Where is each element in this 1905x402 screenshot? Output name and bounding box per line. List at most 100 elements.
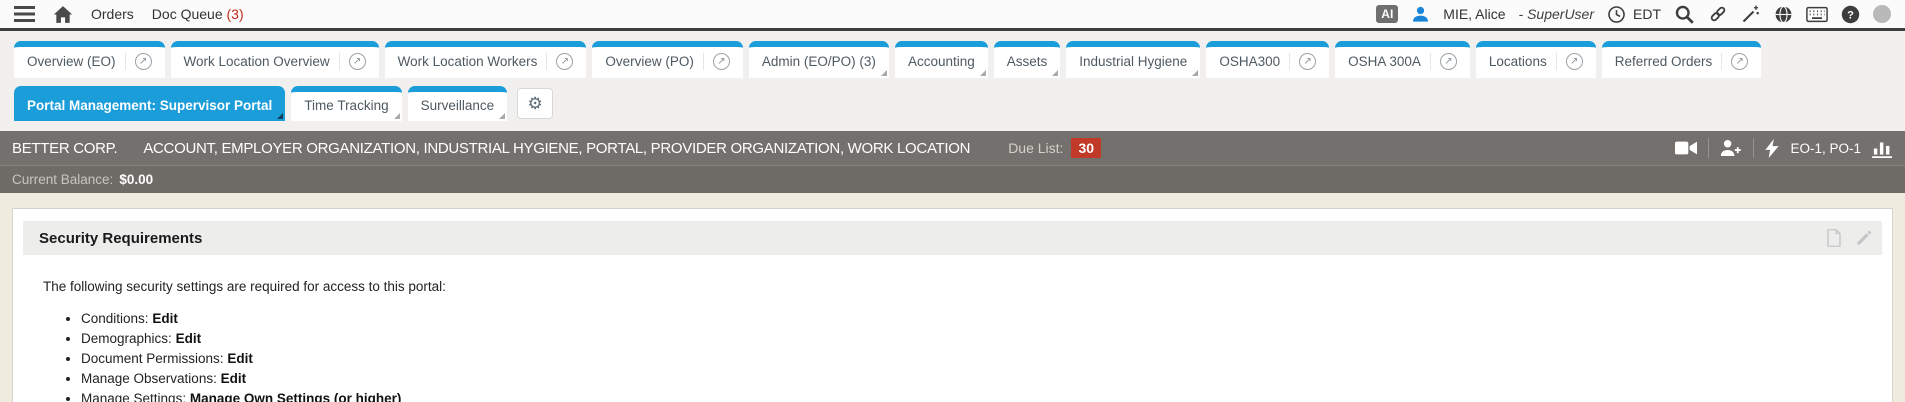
tab[interactable]: Work Location Workers ↗: [385, 41, 587, 78]
tab-label: Locations: [1489, 54, 1547, 69]
fold-corner-icon: [394, 113, 400, 119]
tab-label: Overview (PO): [605, 54, 694, 69]
open-in-new-icon[interactable]: ↗: [546, 53, 573, 70]
tab-label: Assets: [1007, 54, 1048, 69]
requirement-item: Manage Observations: Edit: [81, 371, 1874, 387]
fold-corner-icon: [277, 113, 283, 119]
intro-text: The following security settings are requ…: [43, 279, 1874, 294]
requirement-level: Edit: [152, 311, 178, 326]
tab-label: Time Tracking: [304, 98, 388, 113]
security-requirements-card: Security Requirements The following secu…: [12, 208, 1893, 402]
doc-queue-count: (3): [227, 6, 244, 22]
tab[interactable]: Accounting: [895, 41, 988, 78]
svg-text:?: ?: [1847, 9, 1854, 21]
open-in-new-icon[interactable]: ↗: [125, 53, 152, 70]
tab-label: Surveillance: [421, 98, 495, 113]
requirement-name: Demographics:: [81, 331, 172, 346]
fold-corner-icon: [1192, 70, 1198, 76]
tab-label: Work Location Overview: [184, 54, 330, 69]
open-in-new-icon[interactable]: ↗: [1721, 53, 1748, 70]
balance-bar: Current Balance: $0.00: [0, 165, 1905, 193]
requirement-name: Manage Settings:: [81, 391, 186, 402]
tab-label: Portal Management: Supervisor Portal: [27, 98, 272, 113]
tab-label: OSHA 300A: [1348, 54, 1421, 69]
tab[interactable]: Locations ↗: [1476, 41, 1596, 78]
tab-label: Work Location Workers: [398, 54, 538, 69]
tab-label: Admin (EO/PO) (3): [762, 54, 876, 69]
edit-pencil-icon[interactable]: [1856, 230, 1872, 246]
bar-chart-icon[interactable]: [1872, 139, 1893, 158]
magic-wand-icon[interactable]: [1741, 4, 1761, 24]
link-icon[interactable]: [1708, 4, 1728, 24]
tab-label: Accounting: [908, 54, 975, 69]
hamburger-menu-icon[interactable]: [14, 6, 35, 22]
requirement-name: Manage Observations:: [81, 371, 217, 386]
tab[interactable]: Portal Management: Supervisor Portal: [14, 86, 285, 121]
help-icon[interactable]: ?: [1841, 5, 1860, 24]
scope-list: ACCOUNT, EMPLOYER ORGANIZATION, INDUSTRI…: [143, 140, 970, 157]
nav-orders[interactable]: Orders: [91, 6, 134, 22]
clock-icon: [1607, 5, 1626, 24]
tab-settings-button[interactable]: ⚙: [517, 88, 553, 119]
user-role: - SuperUser: [1519, 6, 1594, 22]
open-in-new-icon[interactable]: ↗: [1289, 53, 1316, 70]
card-body: The following security settings are requ…: [23, 255, 1882, 402]
due-list-badge[interactable]: 30: [1071, 138, 1101, 158]
tab[interactable]: Overview (PO) ↗: [592, 41, 743, 78]
video-camera-icon[interactable]: [1675, 140, 1697, 156]
open-in-new-icon[interactable]: ↗: [339, 53, 366, 70]
requirement-level: Edit: [176, 331, 202, 346]
requirement-level: Edit: [227, 351, 253, 366]
company-name: BETTER CORP.: [12, 140, 117, 157]
user-name[interactable]: MIE, Alice: [1443, 6, 1505, 22]
divider: [1753, 138, 1754, 158]
tab-row-secondary: Portal Management: Supervisor Portal Tim…: [14, 86, 1905, 121]
open-in-new-icon[interactable]: ↗: [1556, 53, 1583, 70]
requirement-level: Edit: [221, 371, 247, 386]
search-icon[interactable]: [1674, 4, 1695, 25]
tab[interactable]: Overview (EO) ↗: [14, 41, 165, 78]
tab[interactable]: Admin (EO/PO) (3): [749, 41, 889, 78]
requirement-name: Conditions:: [81, 311, 149, 326]
tab[interactable]: Referred Orders ↗: [1602, 41, 1762, 78]
balance-value: $0.00: [119, 172, 153, 187]
tab[interactable]: OSHA 300A ↗: [1335, 41, 1470, 78]
tab-group: Portal Management: Supervisor Portal Tim…: [14, 86, 507, 121]
user-icon: [1411, 5, 1430, 24]
fold-corner-icon: [499, 113, 505, 119]
tab[interactable]: Assets: [994, 41, 1061, 78]
tab-label: Industrial Hygiene: [1079, 54, 1187, 69]
document-icon[interactable]: [1826, 229, 1842, 247]
open-in-new-icon[interactable]: ↗: [703, 53, 730, 70]
fold-corner-icon: [980, 70, 986, 76]
timezone-label: EDT: [1633, 6, 1661, 22]
home-icon[interactable]: [53, 5, 73, 24]
requirement-item: Conditions: Edit: [81, 311, 1874, 327]
add-person-icon[interactable]: [1720, 139, 1742, 157]
tab-label: OSHA300: [1219, 54, 1280, 69]
tab-row-primary: Overview (EO) ↗ Work Location Overview ↗…: [14, 41, 1905, 78]
requirement-level: Manage Own Settings (or higher): [190, 391, 402, 402]
tab[interactable]: OSHA300 ↗: [1206, 41, 1329, 78]
fold-corner-icon: [881, 70, 887, 76]
card-title: Security Requirements: [39, 230, 202, 247]
tab[interactable]: Time Tracking: [291, 86, 401, 121]
due-list-label: Due List:: [1008, 140, 1063, 156]
ai-badge[interactable]: AI: [1376, 5, 1398, 23]
lightning-bolt-icon[interactable]: [1765, 139, 1779, 158]
open-in-new-icon[interactable]: ↗: [1430, 53, 1457, 70]
divider: [1708, 138, 1709, 158]
tab[interactable]: Industrial Hygiene: [1066, 41, 1200, 78]
presence-indicator[interactable]: [1873, 5, 1891, 23]
org-shortcut-label[interactable]: EO-1, PO-1: [1790, 141, 1861, 156]
nav-doc-queue[interactable]: Doc Queue (3): [152, 6, 244, 22]
tab[interactable]: Work Location Overview ↗: [171, 41, 379, 78]
fold-corner-icon: [1052, 70, 1058, 76]
globe-icon[interactable]: [1774, 5, 1793, 24]
page-content: Security Requirements The following secu…: [0, 193, 1905, 402]
requirement-item: Demographics: Edit: [81, 331, 1874, 347]
requirements-list: Conditions: Edit Demographics: Edit Docu…: [81, 311, 1874, 402]
tab[interactable]: Surveillance: [408, 86, 508, 121]
keyboard-icon[interactable]: [1806, 6, 1828, 23]
tab-label: Referred Orders: [1615, 54, 1713, 69]
